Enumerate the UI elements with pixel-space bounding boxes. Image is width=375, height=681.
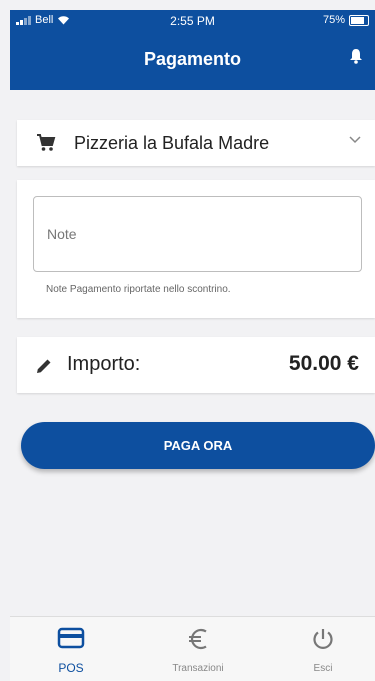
page-title: Pagamento	[143, 49, 242, 69]
merchant-name: Pizzeria la Bufala Madre	[74, 133, 270, 153]
chevron-down-icon	[349, 136, 361, 144]
app-header: Bell 2:55 PM 75% Pagamento	[10, 10, 375, 90]
pencil-icon	[37, 359, 51, 373]
note-hint: Note Pagamento riportate nello scontrino…	[46, 284, 231, 295]
pay-now-button[interactable]: PAGA ORA	[21, 422, 375, 469]
amount-card[interactable]: Importo: 50.00 €	[17, 337, 375, 393]
card-icon	[57, 627, 85, 649]
note-input[interactable]	[33, 196, 362, 272]
note-card: Note Pagamento riportate nello scontrino…	[17, 180, 375, 318]
status-time: 2:55 PM	[170, 14, 215, 28]
tab-transazioni-label: Transazioni	[172, 663, 224, 674]
tab-pos[interactable]: POS	[31, 617, 111, 681]
merchant-select[interactable]: Pizzeria la Bufala Madre	[17, 120, 375, 166]
battery-percent: 75%	[322, 14, 345, 26]
tab-esci-label: Esci	[313, 663, 333, 674]
amount-value: 50.00 €	[288, 352, 359, 375]
status-bar: Bell 2:55 PM 75%	[10, 10, 375, 30]
tab-transazioni[interactable]: Transazioni	[158, 617, 238, 681]
bottom-tab-bar: POS Transazioni Esci	[10, 616, 375, 681]
tab-esci[interactable]: Esci	[283, 617, 363, 681]
euro-icon	[189, 628, 207, 650]
bell-icon[interactable]	[349, 48, 363, 64]
status-right: 75%	[323, 14, 369, 26]
tab-pos-label: POS	[58, 661, 84, 675]
power-icon	[313, 629, 333, 649]
amount-label: Importo:	[67, 353, 141, 375]
cart-icon	[37, 134, 56, 151]
battery-icon	[349, 14, 369, 26]
